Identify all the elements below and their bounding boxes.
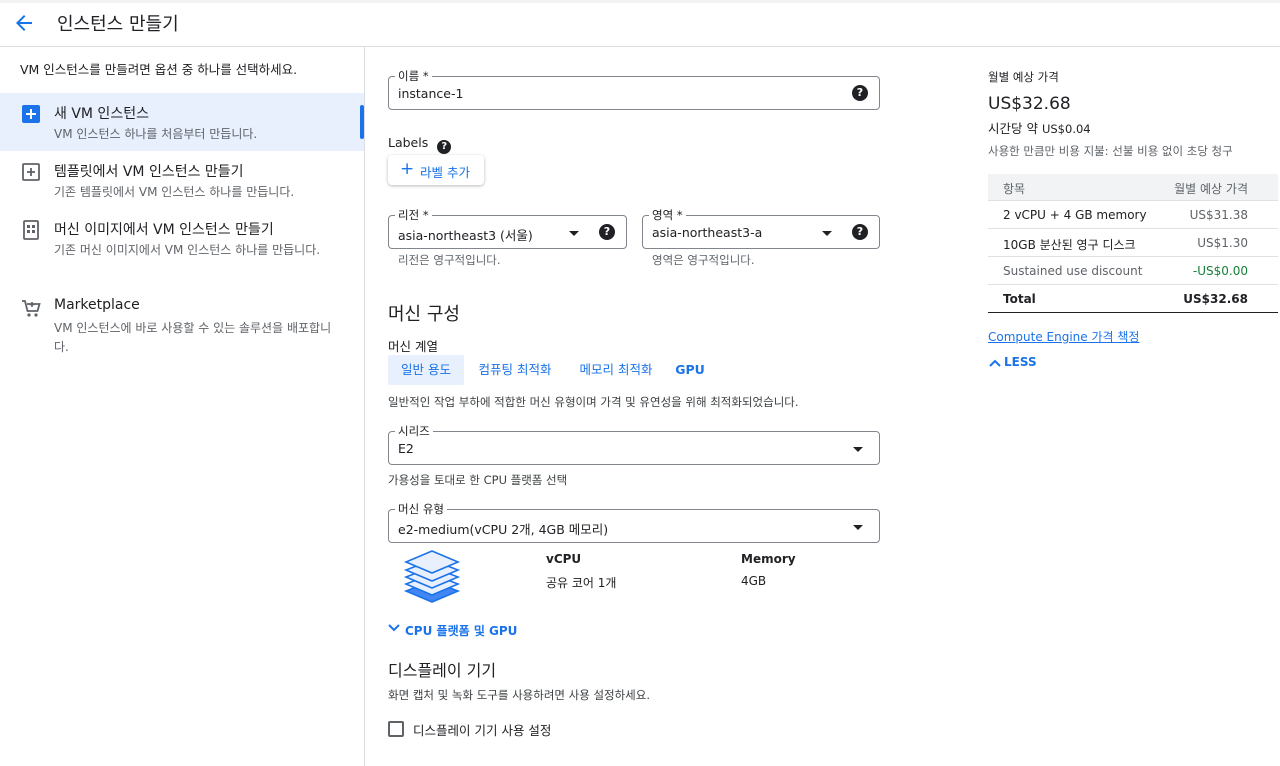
header-price: 월별 예상 가격 bbox=[1174, 182, 1248, 196]
help-icon[interactable]: ? bbox=[852, 85, 868, 101]
region-hint: 리전은 영구적입니다. bbox=[398, 253, 501, 267]
series-label: 시리즈 bbox=[395, 423, 433, 439]
option-title: Marketplace bbox=[54, 297, 140, 313]
row-price: US$31.38 bbox=[1189, 208, 1248, 222]
series-hint: 가용성을 토대로 한 CPU 플랫폼 선택 bbox=[388, 473, 568, 487]
pricing-title: 월별 예상 가격 bbox=[988, 70, 1059, 84]
back-arrow-icon[interactable] bbox=[12, 11, 36, 35]
help-icon[interactable]: ? bbox=[599, 224, 615, 240]
chevron-down-icon bbox=[388, 624, 400, 632]
memory-value: 4GB bbox=[741, 574, 767, 588]
less-label: LESS bbox=[1004, 355, 1037, 369]
sidebar-intro: VM 인스턴스를 만들려면 옵션 중 하나를 선택하세요. bbox=[20, 62, 298, 77]
table-row: 2 vCPU + 4 GB memory US$31.38 bbox=[988, 201, 1278, 229]
zone-value: asia-northeast3-a bbox=[652, 225, 763, 240]
display-device-checkbox[interactable] bbox=[388, 721, 404, 737]
plus-icon: + bbox=[400, 159, 415, 179]
option-title: 새 VM 인스턴스 bbox=[54, 106, 149, 122]
creation-options-sidebar: VM 인스턴스를 만들려면 옵션 중 하나를 선택하세요. 새 VM 인스턴스 … bbox=[0, 47, 365, 766]
hourly-price: 시간당 약 US$0.04 bbox=[988, 118, 1091, 137]
series-select[interactable]: 시리즈 E2 bbox=[388, 423, 880, 465]
cpu-platform-gpu-expander[interactable]: CPU 플랫폼 및 GPU bbox=[387, 621, 517, 639]
machine-image-icon bbox=[20, 219, 42, 241]
option-new-vm[interactable]: 새 VM 인스턴스 VM 인스턴스 하나를 처음부터 만듭니다. bbox=[0, 93, 364, 151]
hourly-prefix: 시간당 약 bbox=[988, 121, 1038, 136]
monthly-price: US$32.68 bbox=[988, 94, 1071, 114]
header-item: 항목 bbox=[1003, 182, 1026, 196]
machine-type-select[interactable]: 머신 유형 e2-medium(vCPU 2개, 4GB 메모리) bbox=[388, 501, 880, 543]
machine-config-title: 머신 구성 bbox=[388, 304, 460, 325]
chevron-down-icon bbox=[569, 231, 579, 236]
display-device-title: 디스플레이 기기 bbox=[388, 661, 497, 680]
chevron-up-icon bbox=[989, 359, 1001, 367]
row-price: US$1.30 bbox=[1197, 236, 1248, 250]
series-value: E2 bbox=[398, 441, 414, 456]
help-icon[interactable]: ? bbox=[437, 140, 452, 154]
labels-title-text: Labels bbox=[388, 135, 429, 150]
tab-memory-optimized[interactable]: 메모리 최적화 bbox=[572, 355, 660, 385]
total-value: US$32.68 bbox=[1183, 292, 1248, 306]
region-value: asia-northeast3 (서울) bbox=[398, 228, 533, 243]
option-desc: VM 인스턴스에 바로 사용할 수 있는 솔루션을 배포합니다. bbox=[54, 321, 332, 354]
add-label-text: 라벨 추가 bbox=[420, 165, 470, 180]
pricing-link[interactable]: Compute Engine 가격 책정 bbox=[988, 328, 1139, 345]
row-item: 10GB 분산된 영구 디스크 bbox=[1003, 238, 1136, 252]
help-icon[interactable]: ? bbox=[852, 224, 868, 240]
option-title: 템플릿에서 VM 인스턴스 만들기 bbox=[54, 164, 244, 180]
display-device-checkbox-label[interactable]: 디스플레이 기기 사용 설정 bbox=[413, 720, 551, 739]
option-desc: VM 인스턴스 하나를 처음부터 만듭니다. bbox=[54, 127, 258, 141]
total-label: Total bbox=[1003, 292, 1036, 306]
chevron-down-icon bbox=[853, 525, 863, 530]
add-box-icon bbox=[20, 103, 42, 125]
selected-indicator bbox=[360, 105, 364, 139]
name-label: 이름 * bbox=[395, 68, 432, 84]
region-label: 리전 * bbox=[395, 207, 432, 223]
vcpu-header: vCPU bbox=[546, 552, 582, 566]
option-title: 머신 이미지에서 VM 인스턴스 만들기 bbox=[54, 222, 274, 238]
tab-general-purpose[interactable]: 일반 용도 bbox=[388, 355, 464, 385]
table-header: 항목 월별 예상 가격 bbox=[988, 174, 1278, 201]
option-desc: 기존 템플릿에서 VM 인스턴스 하나를 만듭니다. bbox=[54, 185, 295, 199]
option-marketplace[interactable]: Marketplace VM 인스턴스에 바로 사용할 수 있는 솔루션을 배포… bbox=[0, 287, 364, 357]
region-select[interactable]: 리전 * asia-northeast3 (서울) ? bbox=[388, 207, 627, 249]
page-title: 인스턴스 만들기 bbox=[57, 14, 179, 35]
tab-compute-optimized[interactable]: 컴퓨팅 최적화 bbox=[471, 355, 559, 385]
display-device-desc: 화면 캡처 및 녹화 도구를 사용하려면 사용 설정하세요. bbox=[388, 688, 651, 702]
name-field[interactable]: 이름 * instance-1 ? bbox=[388, 68, 880, 110]
top-bar: 인스턴스 만들기 bbox=[0, 0, 1280, 47]
option-desc: 기존 머신 이미지에서 VM 인스턴스 하나를 만듭니다. bbox=[54, 243, 321, 257]
chevron-down-icon bbox=[822, 231, 832, 236]
machine-family-desc: 일반적인 작업 부하에 적합한 머신 유형이며 가격 및 유연성을 위해 최적화… bbox=[388, 395, 799, 409]
zone-hint: 영역은 영구적입니다. bbox=[652, 253, 755, 267]
zone-label: 영역 * bbox=[649, 207, 686, 223]
vcpu-value: 공유 코어 1개 bbox=[546, 576, 617, 590]
option-from-template[interactable]: 템플릿에서 VM 인스턴스 만들기 기존 템플릿에서 VM 인스턴스 하나를 만… bbox=[0, 151, 364, 209]
machine-type-value: e2-medium(vCPU 2개, 4GB 메모리) bbox=[398, 522, 609, 537]
zone-select[interactable]: 영역 * asia-northeast3-a ? bbox=[642, 207, 880, 249]
table-row: Sustained use discount -US$0.00 bbox=[988, 257, 1278, 285]
template-icon bbox=[20, 161, 42, 183]
table-total-row: Total US$32.68 bbox=[988, 285, 1278, 313]
row-item: 2 vCPU + 4 GB memory bbox=[1003, 208, 1147, 222]
hourly-value: US$0.04 bbox=[1041, 122, 1091, 136]
chevron-down-icon bbox=[853, 447, 863, 452]
layers-icon bbox=[403, 547, 461, 607]
labels-title: Labels ? bbox=[388, 135, 452, 154]
billing-note: 사용한 만큼만 비용 지불: 선불 비용 없이 초당 청구 bbox=[988, 144, 1233, 158]
row-item: Sustained use discount bbox=[1003, 264, 1143, 278]
machine-family-label: 머신 계열 bbox=[388, 339, 438, 354]
instance-form: 이름 * instance-1 ? Labels ? + 라벨 추가 리전 * … bbox=[365, 47, 965, 766]
machine-type-label: 머신 유형 bbox=[395, 501, 447, 517]
cart-icon bbox=[20, 297, 42, 319]
memory-header: Memory bbox=[741, 552, 796, 566]
name-value[interactable]: instance-1 bbox=[398, 86, 463, 101]
expander-label: CPU 플랫폼 및 GPU bbox=[405, 624, 518, 638]
row-price: -US$0.00 bbox=[1192, 264, 1248, 278]
add-label-button[interactable]: + 라벨 추가 bbox=[388, 155, 484, 185]
pricing-table: 항목 월별 예상 가격 2 vCPU + 4 GB memory US$31.3… bbox=[988, 174, 1278, 313]
table-row: 10GB 분산된 영구 디스크 US$1.30 bbox=[988, 229, 1278, 257]
option-from-machine-image[interactable]: 머신 이미지에서 VM 인스턴스 만들기 기존 머신 이미지에서 VM 인스턴스… bbox=[0, 209, 364, 287]
tab-gpu[interactable]: GPU bbox=[670, 355, 710, 385]
pricing-panel: 월별 예상 가격 US$32.68 시간당 약 US$0.04 사용한 만큼만 … bbox=[988, 47, 1278, 766]
